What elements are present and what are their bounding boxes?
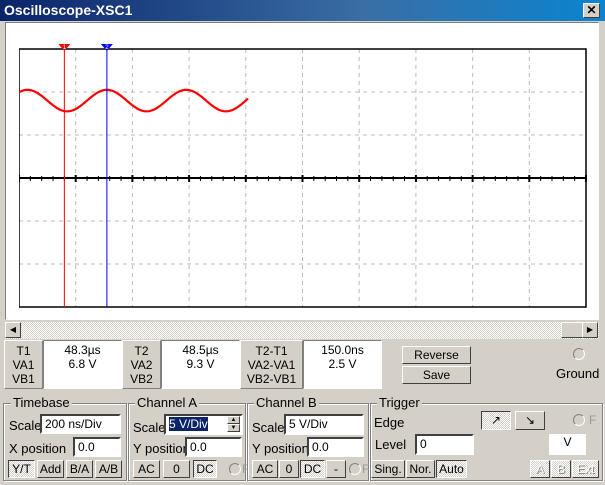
ground-label: Ground xyxy=(556,366,600,381)
channel-b-radio[interactable] xyxy=(349,463,361,475)
vb2-vb1-label: VB2-VB1 xyxy=(246,372,297,386)
rising-edge-icon: ↗ xyxy=(490,413,502,427)
scroll-left-button[interactable]: ◀ xyxy=(5,322,21,338)
va2-va1-value: 2.5 V xyxy=(328,357,357,371)
channel-a-scale-value: 5 V/Div xyxy=(169,417,208,431)
trigger-level-input[interactable]: 0 xyxy=(415,434,474,455)
channel-b-ypos-label: Y position xyxy=(252,441,309,456)
t2-labels: T2 VA2 VB2 xyxy=(122,340,161,389)
channel-a-dc-button[interactable]: DC xyxy=(193,460,217,478)
scroll-right-button[interactable]: ▶ xyxy=(582,322,598,338)
reverse-button[interactable]: Reverse xyxy=(402,346,471,364)
channel-b-title: Channel B xyxy=(254,395,319,410)
mode-ba-button[interactable]: B/A xyxy=(66,460,93,478)
spin-up-icon[interactable]: ▲ xyxy=(227,416,240,424)
t2-values: 48.5µs 9.3 V xyxy=(161,340,240,389)
channel-a-scale-input[interactable]: 5 V/Div ▲ ▼ xyxy=(164,414,243,435)
channel-a-scale-spinner[interactable]: ▲ ▼ xyxy=(227,416,240,433)
t2-t1-label: T2-T1 xyxy=(255,344,288,358)
va1-label: VA1 xyxy=(12,358,35,372)
ground-radio[interactable] xyxy=(573,348,585,360)
va2-value: 9.3 V xyxy=(186,357,215,371)
channel-a-ac-button[interactable]: AC xyxy=(133,460,160,478)
spin-down-icon[interactable]: ▼ xyxy=(227,424,240,432)
channel-a-ypos-label: Y position xyxy=(133,441,190,456)
diff-labels: T2-T1 VA2-VA1 VB2-VB1 xyxy=(240,340,303,389)
window-title: Oscilloscope-XSC1 xyxy=(4,2,133,18)
trigger-auto-button[interactable]: Auto xyxy=(436,460,467,478)
channel-b-invert-button[interactable]: - xyxy=(326,460,346,478)
trigger-single-button[interactable]: Sing. xyxy=(371,460,405,478)
va2-label: VA2 xyxy=(130,358,153,372)
trigger-title: Trigger xyxy=(377,395,422,410)
va1-value: 6.8 V xyxy=(68,357,97,371)
trigger-radio-label: F xyxy=(589,413,597,427)
va2-va1-label: VA2-VA1 xyxy=(247,358,296,372)
trigger-source-b-button[interactable]: B xyxy=(551,460,571,478)
vb2-label: VB2 xyxy=(130,372,153,386)
t1-labels: T1 VA1 VB1 xyxy=(4,340,43,389)
channel-b-dc-button[interactable]: DC xyxy=(300,460,325,478)
channel-b-radio-label: F xyxy=(362,462,370,476)
trigger-source-a-button[interactable]: A xyxy=(530,460,550,478)
channel-b-ac-button[interactable]: AC xyxy=(252,460,278,478)
waveform-display: 12 xyxy=(19,44,587,308)
timebase-title: Timebase xyxy=(11,395,72,410)
t2-value: 48.5µs xyxy=(182,343,219,357)
trigger-level-label: Level xyxy=(375,437,407,452)
channel-b-zero-button[interactable]: 0 xyxy=(279,460,299,478)
channel-a-ypos-input[interactable]: 0.0 xyxy=(185,437,242,457)
trace-channel-a xyxy=(19,88,249,113)
trigger-radio[interactable] xyxy=(573,414,585,426)
t2-t1-value: 150.0ns xyxy=(321,343,364,357)
x-position-label: X position xyxy=(9,441,67,456)
trigger-normal-button[interactable]: Nor. xyxy=(406,460,435,478)
trigger-level-unit[interactable]: V xyxy=(549,434,586,455)
mode-ab-button[interactable]: A/B xyxy=(95,460,122,478)
mode-add-button[interactable]: Add xyxy=(37,460,64,478)
timebase-scale-input[interactable]: 200 ns/Div xyxy=(40,414,121,434)
channel-a-scale-label: Scale xyxy=(133,420,166,435)
diff-values: 150.0ns 2.5 V xyxy=(303,340,382,389)
save-button[interactable]: Save xyxy=(402,366,471,384)
time-scrollbar[interactable]: ◀ ▶ xyxy=(5,322,599,339)
t1-value: 48.3µs xyxy=(64,343,101,357)
vb1-label: VB1 xyxy=(12,372,35,386)
rising-edge-button[interactable]: ↗ xyxy=(481,411,511,430)
falling-edge-button[interactable]: ↘ xyxy=(515,411,545,430)
channel-a-radio[interactable] xyxy=(229,463,241,475)
channel-b-scale-label: Scale xyxy=(252,420,285,435)
channel-a-zero-button[interactable]: 0 xyxy=(163,460,190,478)
falling-edge-icon: ↘ xyxy=(524,413,536,427)
t1-values: 48.3µs 6.8 V xyxy=(43,340,122,389)
x-position-input[interactable]: 0.0 xyxy=(73,437,121,457)
timebase-scale-label: Scale xyxy=(9,418,42,433)
trigger-edge-label: Edge xyxy=(374,415,405,430)
channel-b-scale-input[interactable]: 5 V/Div xyxy=(284,414,364,435)
t2-label: T2 xyxy=(134,344,149,358)
trigger-source-ext-button[interactable]: Ext xyxy=(572,460,599,478)
mode-yt-button[interactable]: Y/T xyxy=(8,460,35,478)
channel-b-ypos-input[interactable]: 0.0 xyxy=(307,437,364,457)
close-button[interactable]: ✕ xyxy=(583,3,600,18)
title-bar: Oscilloscope-XSC1 xyxy=(0,0,605,21)
channel-a-title: Channel A xyxy=(135,395,199,410)
t1-label: T1 xyxy=(16,344,31,358)
